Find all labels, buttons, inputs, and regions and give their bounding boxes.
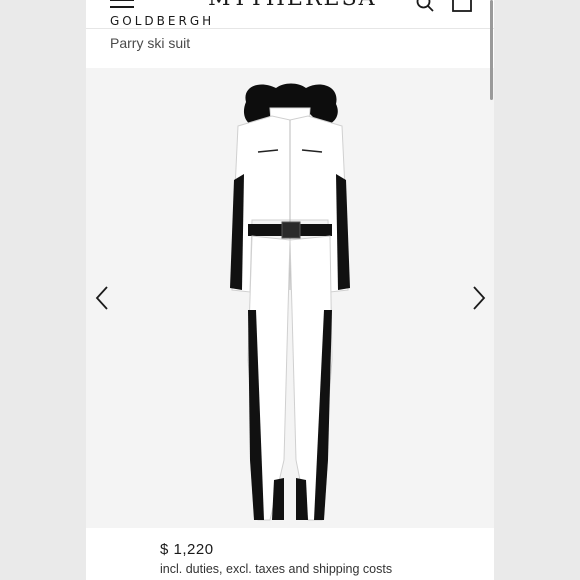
menu-icon[interactable] (110, 0, 134, 13)
shopping-bag-icon[interactable] (452, 0, 472, 12)
product-name: Parry ski suit (110, 35, 191, 51)
chevron-right-icon[interactable] (468, 285, 488, 311)
background-right (494, 0, 580, 580)
chevron-left-icon[interactable] (93, 285, 113, 311)
mobile-page: MYTHERESA GOLDBERGH Parry ski suit (86, 0, 494, 580)
price-note: incl. duties, excl. taxes and shipping c… (160, 562, 393, 576)
scrollbar[interactable] (490, 0, 493, 100)
search-icon[interactable] (416, 0, 434, 12)
product-image-gallery[interactable] (86, 68, 494, 528)
product-price: $ 1,220 (160, 541, 214, 558)
product-image (230, 83, 350, 521)
site-logo[interactable]: MYTHERESA (208, 0, 377, 11)
brand-name[interactable]: GOLDBERGH (110, 14, 214, 26)
background-left (0, 0, 86, 580)
